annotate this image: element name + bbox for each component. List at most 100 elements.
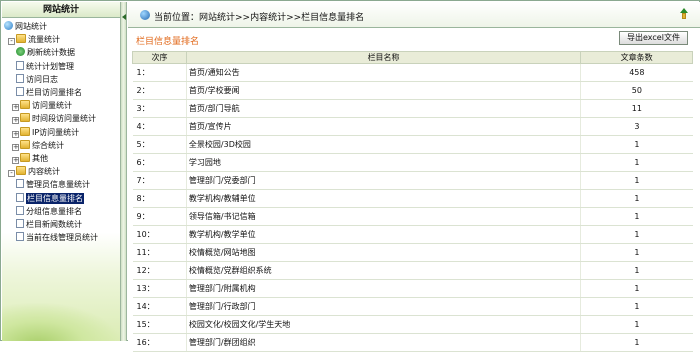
sidebar-item[interactable]: + 综合统计 bbox=[12, 139, 64, 151]
sidebar-item[interactable]: 刷新统计数据 bbox=[16, 47, 75, 58]
row-order: 1： bbox=[132, 63, 187, 82]
row-article-count: 1 bbox=[580, 243, 693, 262]
sidebar-item[interactable]: 网站统计 bbox=[4, 21, 47, 32]
row-column-name: 首页/学校要闻 bbox=[186, 81, 582, 100]
collapse-icon[interactable]: - bbox=[8, 38, 15, 46]
row-order: 9： bbox=[132, 207, 187, 226]
sidebar-item[interactable]: 管理员信息量统计 bbox=[16, 179, 90, 190]
sidebar-item-label: 当前在线管理员统计 bbox=[26, 233, 98, 243]
table-row: 8： 教学机构/教辅单位 1 bbox=[132, 189, 693, 208]
row-article-count: 11 bbox=[580, 99, 693, 118]
column-header-count: 文章条数 bbox=[580, 51, 693, 64]
sidebar-item-label: 访问日志 bbox=[26, 74, 58, 84]
row-order: 4： bbox=[132, 117, 187, 136]
sidebar-item-label: 时间段访问量统计 bbox=[32, 114, 96, 124]
location-icon bbox=[140, 10, 150, 20]
up-folder-icon[interactable] bbox=[678, 8, 690, 21]
sidebar-item[interactable]: - 内容统计 bbox=[8, 166, 60, 178]
row-order: 2： bbox=[132, 81, 187, 100]
collapse-arrow-icon[interactable] bbox=[122, 14, 126, 20]
sidebar-item[interactable]: 栏目新闻数统计 bbox=[16, 219, 82, 230]
sidebar-item[interactable]: + 访问量统计 bbox=[12, 100, 72, 112]
row-order: 6： bbox=[132, 153, 187, 172]
sidebar-item[interactable]: 栏目信息量排名 bbox=[16, 192, 84, 204]
row-order: 7： bbox=[132, 171, 187, 190]
row-article-count: 1 bbox=[580, 261, 693, 280]
row-column-name: 管理部门/党委部门 bbox=[186, 171, 582, 190]
row-article-count: 1 bbox=[580, 189, 693, 208]
row-article-count: 1 bbox=[580, 171, 693, 190]
folder-icon bbox=[16, 34, 26, 44]
sidebar-item[interactable]: + 其他 bbox=[12, 153, 48, 164]
sidebar: 网站统计 网站统计 - 流量统计刷新统计数据 统计计划管理 访问日志栏目访问量排名 + 访问… bbox=[2, 2, 120, 341]
row-order: 3： bbox=[132, 99, 187, 118]
sidebar-item-label: 分组信息量排名 bbox=[26, 206, 82, 216]
table-row: 10： 教学机构/教学单位 1 bbox=[132, 225, 693, 244]
sidebar-item-label: 内容统计 bbox=[28, 167, 60, 177]
page-icon bbox=[16, 179, 24, 189]
row-column-name: 校情概览/网站地图 bbox=[186, 243, 582, 262]
row-column-name: 教学机构/教学单位 bbox=[186, 225, 582, 244]
sidebar-item-label: 刷新统计数据 bbox=[27, 48, 75, 58]
sidebar-item-label: 综合统计 bbox=[32, 140, 64, 150]
sidebar-item[interactable]: + IP访问量统计 bbox=[12, 126, 80, 138]
table-row: 12： 校情概览/党群组织系统 1 bbox=[132, 261, 693, 280]
page-icon bbox=[16, 60, 24, 70]
sidebar-item[interactable]: 当前在线管理员统计 bbox=[16, 232, 98, 243]
row-column-name: 管理部门/行政部门 bbox=[186, 297, 582, 316]
page-icon bbox=[16, 73, 24, 83]
row-order: 15： bbox=[132, 315, 187, 334]
sidebar-item[interactable]: 栏目访问量排名 bbox=[16, 87, 82, 98]
globe-icon bbox=[4, 21, 13, 30]
export-excel-button[interactable]: 导出excel文件 bbox=[619, 31, 688, 45]
row-order: 13： bbox=[132, 279, 187, 298]
table-row: 16： 管理部门/群团组织 1 bbox=[132, 333, 693, 352]
row-article-count: 1 bbox=[580, 279, 693, 298]
sidebar-item[interactable]: 访问日志 bbox=[16, 73, 58, 85]
row-column-name: 学习园地 bbox=[186, 153, 582, 172]
sidebar-item[interactable]: 分组信息量排名 bbox=[16, 205, 82, 217]
sidebar-item[interactable]: 统计计划管理 bbox=[16, 60, 74, 72]
column-header-order: 次序 bbox=[132, 51, 187, 64]
folder-icon bbox=[16, 166, 26, 176]
table-header-row: 次序 栏目名称 文章条数 bbox=[132, 51, 693, 64]
sidebar-item[interactable]: + 时间段访问量统计 bbox=[12, 113, 96, 125]
table-row: 5： 全景校园/3D校园 1 bbox=[132, 135, 693, 154]
column-header-name: 栏目名称 bbox=[185, 51, 582, 64]
row-column-name: 管理部门/附属机构 bbox=[186, 279, 582, 298]
table-row: 7： 管理部门/党委部门 1 bbox=[132, 171, 693, 190]
row-article-count: 1 bbox=[580, 333, 693, 352]
section-title: 栏目信息量排名 bbox=[136, 37, 200, 47]
row-order: 10： bbox=[132, 225, 187, 244]
sidebar-item-label: IP访问量统计 bbox=[32, 127, 80, 137]
row-article-count: 1 bbox=[580, 225, 693, 244]
row-order: 8： bbox=[132, 189, 187, 208]
table-row: 15： 校园文化/校园文化/学生天地 1 bbox=[132, 315, 693, 334]
page-icon bbox=[16, 219, 24, 228]
sidebar-item-label: 统计计划管理 bbox=[26, 61, 74, 71]
expand-icon[interactable]: + bbox=[12, 143, 19, 151]
row-column-name: 校园文化/校园文化/学生天地 bbox=[186, 315, 582, 334]
row-column-name: 全景校园/3D校园 bbox=[186, 135, 582, 154]
table-row: 4： 首页/宣传片 3 bbox=[132, 117, 693, 136]
sidebar-collapse-handle[interactable] bbox=[120, 2, 127, 341]
page-icon bbox=[16, 87, 24, 96]
table-row: 9： 领导信箱/书记信箱 1 bbox=[132, 207, 693, 226]
expand-icon[interactable]: + bbox=[12, 117, 19, 125]
row-order: 16： bbox=[132, 333, 187, 352]
table-row: 3： 首页/部门导航 11 bbox=[132, 99, 693, 118]
expand-icon[interactable]: + bbox=[12, 130, 19, 138]
expand-icon[interactable]: + bbox=[12, 157, 19, 164]
folder-icon bbox=[20, 113, 30, 123]
sidebar-item-label: 流量统计 bbox=[28, 35, 60, 45]
sidebar-title: 网站统计 bbox=[2, 2, 120, 18]
row-article-count: 1 bbox=[580, 135, 693, 154]
collapse-icon[interactable]: - bbox=[8, 170, 15, 178]
table-row: 13： 管理部门/附属机构 1 bbox=[132, 279, 693, 298]
refresh-icon bbox=[16, 47, 25, 57]
expand-icon[interactable]: + bbox=[12, 104, 19, 112]
sidebar-item-label: 访问量统计 bbox=[32, 101, 72, 111]
page-icon bbox=[16, 232, 24, 242]
sidebar-item[interactable]: - 流量统计 bbox=[8, 34, 60, 46]
row-order: 14： bbox=[132, 297, 187, 316]
